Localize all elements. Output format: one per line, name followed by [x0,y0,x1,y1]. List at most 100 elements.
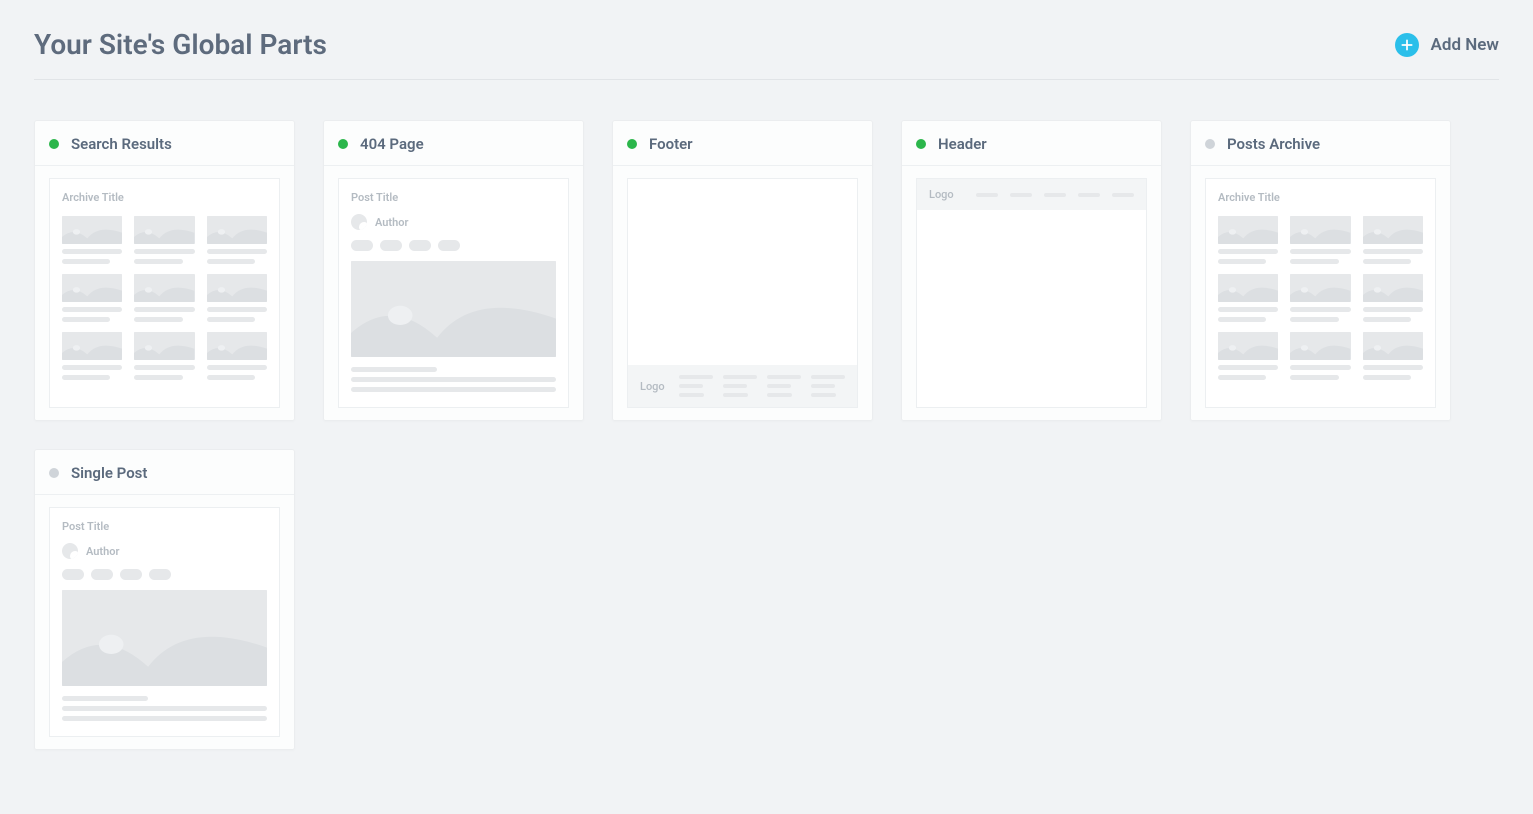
card-preview: Post Title Author [324,166,583,420]
image-placeholder-icon [134,216,194,244]
preview-logo-label: Logo [640,380,665,393]
preview-tags [62,569,267,580]
preview-footer-strip: Logo [628,365,857,407]
template-card-404-page[interactable]: 404 Page Post Title Author [323,120,584,421]
preview-thumb [207,332,267,380]
text-line [1290,317,1338,322]
preview-tags [351,240,556,251]
card-header: 404 Page [324,121,583,166]
card-preview: Archive Title [1191,166,1450,420]
preview-thumb [62,332,122,380]
preview-thumb [134,332,194,380]
template-card-header[interactable]: Header Logo [901,120,1162,421]
text-line [62,706,267,711]
text-line [62,249,122,254]
card-title: Posts Archive [1227,135,1320,153]
text-line [1363,307,1423,312]
card-header: Footer [613,121,872,166]
image-placeholder-icon [134,274,194,302]
image-placeholder-icon [1363,274,1423,302]
template-card-search-results[interactable]: Search Results Archive Title [34,120,295,421]
text-line [134,307,194,312]
card-header: Posts Archive [1191,121,1450,166]
text-line [1290,365,1350,370]
preview-thumb [62,274,122,322]
page-title: Your Site's Global Parts [34,28,327,61]
text-line [1363,259,1411,264]
status-dot-icon [916,139,926,149]
template-card-posts-archive[interactable]: Posts Archive Archive Title [1190,120,1451,421]
preview-thumb [134,216,194,264]
text-line [1363,375,1411,380]
text-line [62,365,122,370]
preview-thumb [1363,216,1423,264]
preview-author-label: Author [86,545,119,558]
text-line [207,259,255,264]
text-line [1218,307,1278,312]
text-line [207,365,267,370]
image-placeholder-icon [1290,274,1350,302]
image-placeholder-icon [62,216,122,244]
card-header: Search Results [35,121,294,166]
template-card-footer[interactable]: Footer Logo [612,120,873,421]
image-placeholder-icon [1290,216,1350,244]
text-line [62,307,122,312]
text-line [351,387,556,392]
image-placeholder-icon [1218,216,1278,244]
avatar-icon [351,214,367,230]
image-placeholder-icon [351,261,556,357]
text-line [1290,259,1338,264]
text-line [134,249,194,254]
card-title: Single Post [71,464,147,482]
status-dot-icon [338,139,348,149]
avatar-icon [62,543,78,559]
image-placeholder-icon [134,332,194,360]
preview-thumb [1290,216,1350,264]
status-dot-icon [49,139,59,149]
image-placeholder-icon [207,332,267,360]
preview-thumb [1218,332,1278,380]
preview-thumb [1218,274,1278,322]
image-placeholder-icon [1218,332,1278,360]
text-line [1363,365,1423,370]
status-dot-icon [627,139,637,149]
preview-thumb [62,216,122,264]
text-line [1218,365,1278,370]
preview-thumb [1290,274,1350,322]
image-placeholder-icon [62,332,122,360]
card-header: Header [902,121,1161,166]
card-title: Footer [649,135,693,153]
template-card-single-post[interactable]: Single Post Post Title Author [34,449,295,750]
status-dot-icon [49,468,59,478]
image-placeholder-icon [62,590,267,686]
card-title: 404 Page [360,135,424,153]
preview-header-strip: Logo [917,179,1146,210]
text-line [62,317,110,322]
text-line [1218,317,1266,322]
text-line [207,317,255,322]
add-new-label: Add New [1431,35,1499,55]
preview-thumb [207,216,267,264]
cards-grid: Search Results Archive Title [34,120,1499,750]
card-preview: Post Title Author [35,495,294,749]
card-header: Single Post [35,450,294,495]
preview-thumb [1363,274,1423,322]
text-line [351,377,556,382]
preview-thumb [207,274,267,322]
image-placeholder-icon [62,274,122,302]
preview-thumb [1363,332,1423,380]
text-line [207,249,267,254]
text-line [1290,307,1350,312]
image-placeholder-icon [207,274,267,302]
card-preview: Logo [902,166,1161,420]
add-new-button[interactable]: Add New [1395,33,1499,57]
image-placeholder-icon [1363,216,1423,244]
text-line [1290,375,1338,380]
text-line [62,259,110,264]
text-line [207,307,267,312]
text-line [62,696,148,701]
preview-archive-title: Archive Title [1218,191,1423,204]
text-line [134,375,182,380]
preview-author-label: Author [375,216,408,229]
card-preview: Logo [613,166,872,420]
